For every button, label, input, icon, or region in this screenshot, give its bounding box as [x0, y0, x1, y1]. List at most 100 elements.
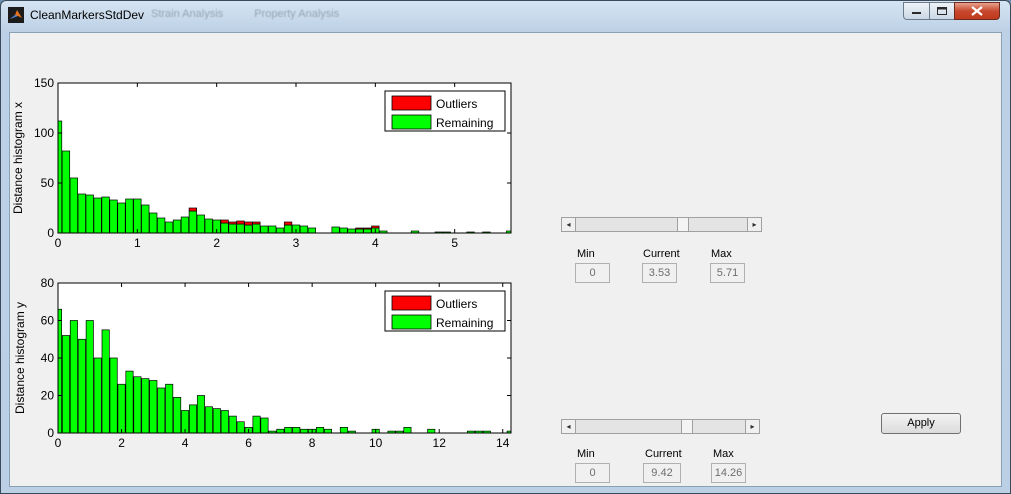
bar-remaining [220, 410, 229, 434]
maximize-button[interactable] [929, 2, 955, 20]
bar-remaining [244, 224, 253, 234]
y-tick-label: 0 [47, 426, 54, 440]
bar-remaining [331, 226, 340, 234]
histogram-x: 0 1 2 3 4 5050100150Distance histogram x Outli… [11, 76, 512, 250]
bar-remaining [77, 193, 86, 234]
bar-remaining [228, 415, 237, 434]
y-threshold-slider[interactable]: ◂ ▸ [561, 419, 760, 434]
x-tick-label: 1 [134, 236, 141, 250]
y-tick-label: 150 [34, 76, 54, 90]
bar-remaining [236, 223, 245, 234]
bar-remaining [260, 225, 269, 234]
slider-left-arrow-icon[interactable]: ◂ [562, 420, 576, 433]
maximize-icon [937, 7, 947, 15]
ghost-menu: Strain Analysis Property Analysis [151, 8, 367, 20]
legend-swatch-remaining [391, 314, 432, 330]
bar-remaining [252, 415, 261, 434]
apply-button[interactable]: Apply [881, 413, 961, 434]
bar-remaining [101, 329, 110, 434]
bar-remaining [403, 427, 412, 434]
slider-thumb[interactable] [677, 218, 689, 231]
bar-remaining [93, 197, 102, 234]
x-tick-label: 5 [451, 236, 458, 250]
bar-remaining [347, 228, 356, 234]
bar-remaining [220, 222, 229, 234]
slider-right-arrow-icon[interactable]: ▸ [745, 420, 759, 433]
bar-remaining [284, 427, 293, 434]
bar-remaining [149, 380, 158, 434]
x-tick-label: 0 [55, 236, 62, 250]
minimize-button[interactable] [903, 2, 930, 20]
bar-outlier [371, 225, 380, 229]
bar-remaining [141, 378, 150, 434]
y-tick-label: 40 [41, 351, 55, 365]
slider-thumb[interactable] [681, 420, 693, 433]
bar-remaining [133, 198, 142, 234]
slider-right-arrow-icon[interactable]: ▸ [747, 218, 761, 231]
bar-remaining [236, 421, 245, 434]
x-tick-label: 6 [245, 436, 252, 450]
legend-label-outliers: Outliers [436, 297, 477, 311]
bar-remaining [204, 406, 213, 434]
x-threshold-slider[interactable]: ◂ ▸ [561, 217, 762, 232]
x-min-label: Min [577, 248, 595, 260]
close-button[interactable] [954, 2, 1000, 20]
histogram-y: 0 2 4 6 8 10 12 14 0 20 40 60 80 Distance histogram y… [13, 276, 512, 450]
bar-remaining [196, 395, 205, 434]
legend-swatch-outliers [391, 295, 432, 311]
bar-outlier [355, 227, 364, 230]
y-current-value: 9.42 [643, 463, 681, 483]
window-title: CleanMarkersStdDev [30, 8, 145, 22]
bar-remaining [109, 199, 118, 234]
legend-swatch-outliers [391, 95, 432, 111]
minimize-icon [912, 12, 921, 14]
bar-remaining [149, 212, 158, 234]
x-tick-label: 8 [309, 436, 316, 450]
bar-remaining [117, 383, 126, 434]
y-tick-label: 20 [41, 389, 55, 403]
x-tick-label: 0 [55, 436, 62, 450]
title-bar[interactable]: CleanMarkersStdDev Strain Analysis Prope… [1, 1, 1010, 31]
legend: Outliers Remaining [384, 90, 506, 132]
bar-remaining [172, 219, 182, 234]
x-tick-label: 2 [213, 236, 220, 250]
x-current-value: 3.53 [642, 263, 677, 283]
bar-outlier [220, 219, 229, 224]
bar-remaining [57, 308, 63, 434]
bar-remaining [339, 227, 348, 234]
x-max-label: Max [711, 248, 732, 260]
bar-remaining [212, 408, 221, 434]
bar-remaining [77, 338, 86, 434]
bar-outlier [236, 220, 245, 225]
bar-remaining [85, 194, 94, 234]
bar-remaining [69, 320, 78, 434]
x-tick-label: 4 [182, 436, 189, 450]
y-tick-label: 80 [41, 276, 55, 290]
ghost-menu-item: Strain Analysis [151, 8, 224, 20]
bar-remaining [157, 217, 166, 234]
y-max-label: Max [713, 448, 734, 460]
x-tick-label: 10 [369, 436, 383, 450]
bar-remaining [339, 427, 348, 434]
x-min-value: 0 [575, 263, 610, 283]
bar-outlier [228, 221, 237, 225]
bar-remaining [299, 225, 309, 234]
y-axis-label: Distance histogram y [13, 302, 27, 414]
bar-remaining [196, 214, 205, 234]
y-min-value: 0 [575, 463, 610, 483]
bar-remaining [125, 370, 134, 434]
bar-remaining [93, 357, 102, 434]
bar-remaining [125, 198, 134, 234]
bar-remaining [292, 427, 301, 434]
slider-left-arrow-icon[interactable]: ◂ [562, 218, 576, 231]
bar-remaining [427, 428, 436, 434]
legend-swatch-remaining [391, 114, 432, 130]
y-tick-label: 0 [47, 226, 54, 240]
bar-remaining [157, 387, 166, 434]
bar-remaining [307, 227, 316, 234]
bar-outlier [244, 221, 253, 226]
bar-remaining [61, 335, 70, 434]
bar-remaining [133, 376, 142, 434]
figure-window: CleanMarkersStdDev Strain Analysis Prope… [0, 0, 1011, 494]
bar-outlier [252, 221, 261, 225]
